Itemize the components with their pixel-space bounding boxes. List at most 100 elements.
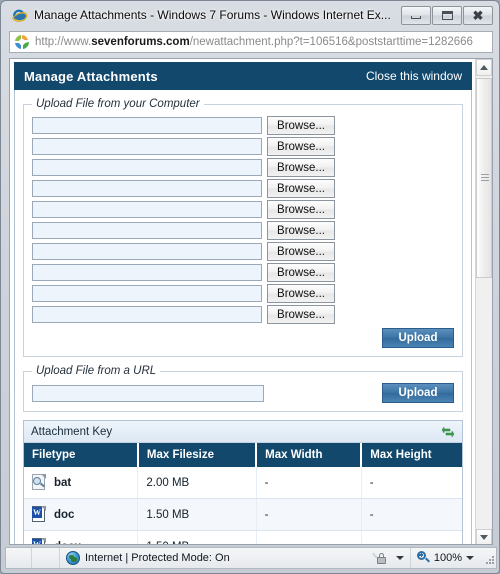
attachment-key-header[interactable]: Attachment Key — [24, 421, 462, 443]
page-header-bar: Manage Attachments Close this window — [14, 62, 472, 90]
resize-grip[interactable] — [482, 552, 494, 564]
cell-max-width: - — [256, 498, 362, 531]
browse-button-5[interactable]: Browse... — [267, 200, 335, 219]
security-zone-indicator[interactable]: Internet | Protected Mode: On — [60, 548, 236, 568]
cell-max-filesize: 1.50 MB — [137, 498, 257, 531]
window-title: Manage Attachments - Windows 7 Forums - … — [34, 8, 391, 22]
file-input-7[interactable] — [32, 243, 262, 260]
file-input-4[interactable] — [32, 180, 262, 197]
security-zone-text: Internet | Protected Mode: On — [85, 552, 230, 564]
file-upload-row: Browse... — [32, 179, 454, 198]
zoom-icon — [416, 551, 431, 565]
internet-globe-icon — [66, 551, 80, 565]
upload-url-button[interactable]: Upload — [382, 383, 454, 403]
maximize-button[interactable] — [432, 5, 462, 25]
window-controls: ✖ — [400, 5, 493, 25]
cell-filetype: W docx — [24, 530, 139, 545]
upload-from-url-fieldset: Upload File from a URL Upload — [23, 365, 463, 412]
vertical-scrollbar[interactable] — [475, 59, 492, 544]
status-cell-left2 — [32, 548, 60, 568]
status-cell-left — [6, 548, 32, 568]
file-upload-row: Browse... — [32, 158, 454, 177]
cell-max-width: - — [256, 467, 362, 499]
file-input-8[interactable] — [32, 264, 262, 281]
close-this-window-link[interactable]: Close this window — [366, 69, 462, 83]
file-input-1[interactable] — [32, 117, 262, 134]
address-url[interactable]: http://www.sevenforums.com/newattachment… — [35, 36, 473, 48]
cell-max-filesize: 1.50 MB — [137, 530, 257, 544]
file-input-6[interactable] — [32, 222, 262, 239]
cell-max-height: - — [361, 498, 462, 531]
file-input-9[interactable] — [32, 285, 262, 302]
filetype-label: bat — [54, 476, 72, 489]
page-title: Manage Attachments — [24, 68, 158, 84]
zoom-control[interactable]: 100% — [411, 548, 480, 568]
cell-filetype: W doc — [24, 498, 139, 531]
url-input[interactable] — [32, 384, 264, 402]
file-input-2[interactable] — [32, 138, 262, 155]
url-path: /newattachment.php?t=106516&poststarttim… — [189, 36, 473, 48]
file-input-3[interactable] — [32, 159, 262, 176]
browse-button-3[interactable]: Browse... — [267, 158, 335, 177]
ie-logo-icon — [11, 7, 28, 24]
scrollbar-thumb[interactable] — [476, 78, 492, 278]
cell-max-filesize: 2.00 MB — [137, 467, 257, 499]
table-row: bat 2.00 MB - - — [24, 467, 462, 499]
lock-icon — [372, 551, 389, 565]
attachment-key-table: Filetype Max Filesize Max Width Max Heig… — [24, 443, 462, 545]
scroll-down-button[interactable] — [476, 529, 492, 544]
upload-files-row: Upload — [32, 328, 454, 348]
zoom-level-label: 100% — [433, 552, 462, 564]
browse-button-7[interactable]: Browse... — [267, 242, 335, 261]
close-button[interactable]: ✖ — [463, 5, 493, 25]
protected-mode-button[interactable] — [367, 548, 411, 568]
word-doc-icon: W — [32, 506, 47, 523]
upload-files-button[interactable]: Upload — [382, 328, 454, 348]
file-upload-row: Browse... — [32, 263, 454, 282]
file-input-5[interactable] — [32, 201, 262, 218]
file-upload-row: Browse... — [32, 137, 454, 156]
browse-button-2[interactable]: Browse... — [267, 137, 335, 156]
refresh-icon[interactable] — [441, 425, 455, 439]
manage-attachments-page: Manage Attachments Close this window Upl… — [14, 62, 472, 545]
title-bar: Manage Attachments - Windows 7 Forums - … — [5, 3, 497, 27]
file-input-10[interactable] — [32, 306, 262, 323]
filetype-label: doc — [54, 508, 75, 521]
column-max-width: Max Width — [256, 443, 363, 467]
table-row: W docx 1.50 MB - - — [24, 530, 462, 545]
scroll-up-button[interactable] — [476, 59, 492, 76]
cell-max-height: - — [361, 467, 462, 499]
browser-window: Manage Attachments - Windows 7 Forums - … — [0, 0, 500, 574]
browse-button-6[interactable]: Browse... — [267, 221, 335, 240]
column-max-height: Max Height — [361, 443, 462, 467]
upload-from-computer-fieldset: Upload File from your Computer Browse...… — [23, 98, 463, 357]
page-panel: Upload File from your Computer Browse...… — [14, 90, 472, 545]
url-upload-row: Upload — [32, 383, 454, 403]
attachment-key-section: Attachment Key Filetype Max Filesize Max… — [23, 420, 463, 545]
address-bar[interactable]: http://www.sevenforums.com/newattachment… — [9, 31, 493, 53]
filetype-label: docx — [54, 541, 81, 545]
file-upload-row: Browse... — [32, 284, 454, 303]
cell-max-width: - — [256, 530, 362, 544]
browse-button-9[interactable]: Browse... — [267, 284, 335, 303]
scrollbar-grip-icon — [481, 174, 489, 182]
table-header-row: Filetype Max Filesize Max Width Max Heig… — [24, 443, 462, 467]
word-doc-icon: W — [32, 538, 47, 544]
page-viewport: Manage Attachments Close this window Upl… — [9, 58, 493, 545]
browse-button-1[interactable]: Browse... — [267, 116, 335, 135]
file-upload-row: Browse... — [32, 221, 454, 240]
cell-max-height: - — [361, 530, 462, 544]
browse-button-10[interactable]: Browse... — [267, 305, 335, 324]
status-bar: Internet | Protected Mode: On 100% — [5, 547, 497, 569]
chevron-down-icon[interactable] — [395, 556, 404, 560]
browse-button-8[interactable]: Browse... — [267, 263, 335, 282]
browse-button-4[interactable]: Browse... — [267, 179, 335, 198]
attachment-key-title: Attachment Key — [31, 425, 113, 438]
url-host: sevenforums.com — [91, 36, 190, 48]
file-upload-row: Browse... — [32, 116, 454, 135]
upload-from-computer-legend: Upload File from your Computer — [36, 98, 200, 110]
file-upload-row: Browse... — [32, 200, 454, 219]
page-content-area: Manage Attachments Close this window Upl… — [10, 59, 476, 545]
zoom-chevron-down-icon[interactable] — [466, 556, 474, 560]
minimize-button[interactable] — [401, 5, 431, 25]
